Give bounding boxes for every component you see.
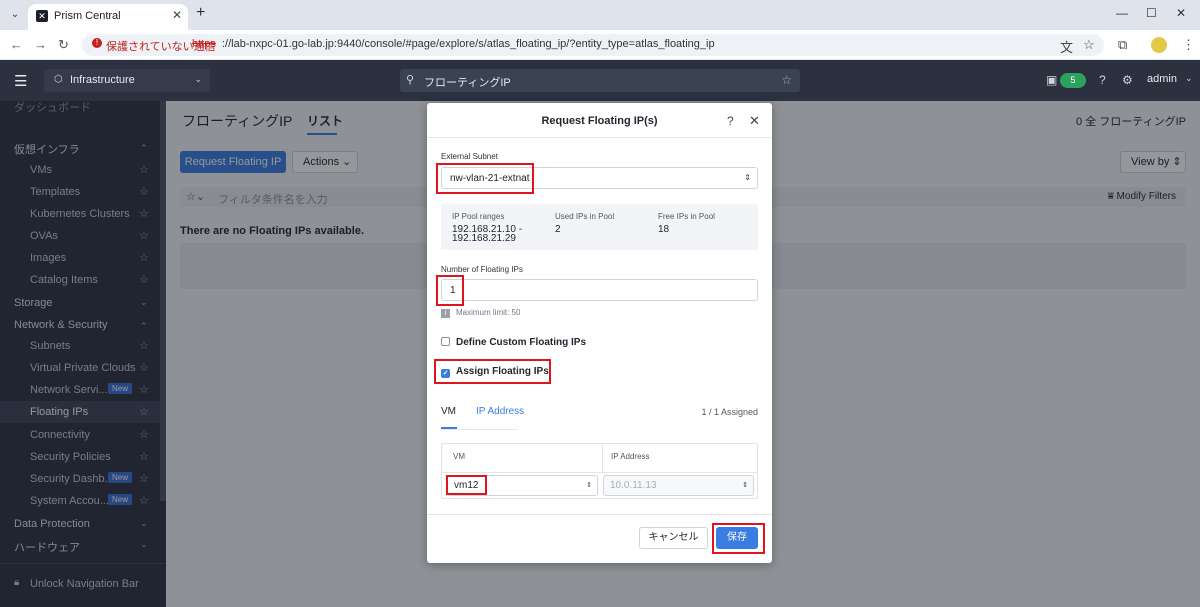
select-arrows-icon: ⇕ (744, 173, 751, 182)
browser-menu-icon[interactable]: ⋮ (1182, 37, 1195, 53)
maximize-icon[interactable]: ☐ (1146, 6, 1157, 20)
close-icon[interactable]: ✕ (749, 113, 760, 129)
user-chevron-icon[interactable]: ⌄ (1185, 73, 1193, 84)
tab-vm[interactable]: VM (441, 406, 456, 417)
favorite-star-icon[interactable]: ☆ (781, 73, 792, 87)
checkbox-unchecked[interactable] (441, 337, 450, 346)
max-limit-hint: i Maximum limit: 50 (441, 308, 520, 318)
translate-icon[interactable]: 文 (1060, 37, 1073, 56)
free-ips-value: 18 (658, 224, 670, 235)
help-icon[interactable]: ? (1099, 73, 1106, 87)
highlight-floating-ip-count (436, 275, 464, 306)
pool-ranges-value: 192.168.21.10 - 192.168.21.29 (452, 224, 523, 244)
free-ips-label: Free IPs in Pool (658, 212, 715, 221)
max-limit-text: Maximum limit: 50 (456, 308, 521, 317)
search-icon: ⚲ (406, 74, 415, 86)
profile-avatar-icon[interactable] (1151, 37, 1167, 53)
floating-ip-count-label: Number of Floating IPs (441, 265, 523, 274)
url-scheme: https (192, 38, 216, 50)
ip-pool-info: IP Pool ranges 192.168.21.10 - 192.168.2… (441, 204, 758, 250)
header-divider (442, 472, 757, 473)
tab-ip-address[interactable]: IP Address (476, 406, 524, 417)
tab-close-icon[interactable]: ✕ (172, 8, 182, 22)
prism-favicon-icon: ✕ (36, 10, 48, 22)
ip-address-value: 10.0.11.13 (610, 480, 657, 491)
select-arrows-icon: ⇕ (742, 482, 748, 489)
new-tab-icon[interactable]: + (196, 4, 205, 22)
highlight-vm-select (446, 475, 487, 495)
extensions-icon[interactable]: ⧉ (1118, 37, 1127, 53)
reload-icon[interactable]: ↻ (58, 37, 69, 53)
app-selector[interactable]: ⬡ Infrastructure ⌄ (44, 69, 210, 92)
window-close-icon[interactable]: ✕ (1176, 6, 1186, 20)
app-header: ☰ ⬡ Infrastructure ⌄ ⚲ フローティングIP ☆ ▣ 5 ?… (0, 60, 1200, 101)
browser-tab[interactable]: ✕ Prism Central ✕ (28, 4, 188, 30)
define-custom-checkbox[interactable]: Define Custom Floating IPs (441, 337, 586, 348)
address-bar-row: ← → ↻ ! 保護されていない通信 https ://lab-nxpc-01.… (0, 30, 1200, 60)
tasks-icon[interactable]: ▣ (1046, 73, 1057, 87)
app-selector-label: Infrastructure (70, 74, 135, 86)
dialog-title: Request Floating IP(s) (541, 115, 658, 127)
floating-ip-count-input[interactable]: 1 (441, 279, 758, 301)
external-subnet-label: External Subnet (441, 152, 498, 161)
active-tab-underline (441, 427, 457, 429)
alerts-badge[interactable]: 5 (1060, 73, 1086, 88)
tab-search-chevron-icon[interactable]: ⌄ (6, 6, 24, 24)
assignment-table: VM IP Address vm12 ⇕ 10.0.11.13 ⇕ (441, 443, 758, 499)
footer-divider (427, 514, 772, 515)
cancel-button[interactable]: キャンセル (639, 527, 708, 549)
settings-gear-icon[interactable]: ⚙ (1122, 73, 1133, 87)
used-ips-label: Used IPs in Pool (555, 212, 615, 221)
column-header-vm: VM (453, 452, 465, 461)
minimize-icon[interactable]: — (1116, 6, 1128, 20)
user-menu[interactable]: admin (1147, 73, 1177, 85)
assigned-count: 1 / 1 Assigned (701, 407, 758, 417)
highlight-external-subnet (436, 163, 534, 194)
column-header-ip: IP Address (611, 452, 650, 461)
divider (427, 137, 772, 138)
help-icon[interactable]: ? (727, 114, 734, 128)
info-icon: i (441, 309, 450, 318)
forward-icon[interactable]: → (34, 37, 47, 52)
highlight-assign-checkbox (434, 359, 551, 384)
url-field[interactable]: ! 保護されていない通信 https ://lab-nxpc-01.go-lab… (82, 34, 1104, 56)
hamburger-menu-icon[interactable]: ☰ (14, 72, 27, 90)
global-search-input[interactable]: ⚲ フローティングIP ☆ (400, 69, 800, 92)
bookmark-star-icon[interactable]: ☆ (1083, 37, 1095, 53)
insecure-warning-icon: ! (92, 38, 102, 48)
pool-ranges-label: IP Pool ranges (452, 212, 505, 221)
ip-address-select: 10.0.11.13 ⇕ (603, 475, 754, 496)
used-ips-value: 2 (555, 224, 561, 235)
column-divider (602, 444, 603, 472)
tab-title: Prism Central (54, 10, 121, 22)
url-text: ://lab-nxpc-01.go-lab.jp:9440/console/#p… (222, 38, 715, 50)
define-custom-label: Define Custom Floating IPs (456, 337, 587, 348)
tabs-baseline (441, 429, 518, 430)
back-icon[interactable]: ← (10, 37, 23, 52)
search-value: フローティングIP (424, 77, 511, 89)
browser-tab-bar: ⌄ ✕ Prism Central ✕ + — ☐ ✕ (0, 0, 1200, 30)
highlight-save-button (712, 523, 765, 554)
infrastructure-icon: ⬡ (54, 74, 63, 85)
chevron-down-icon: ⌄ (194, 74, 202, 84)
select-arrows-icon: ⇕ (586, 482, 592, 489)
